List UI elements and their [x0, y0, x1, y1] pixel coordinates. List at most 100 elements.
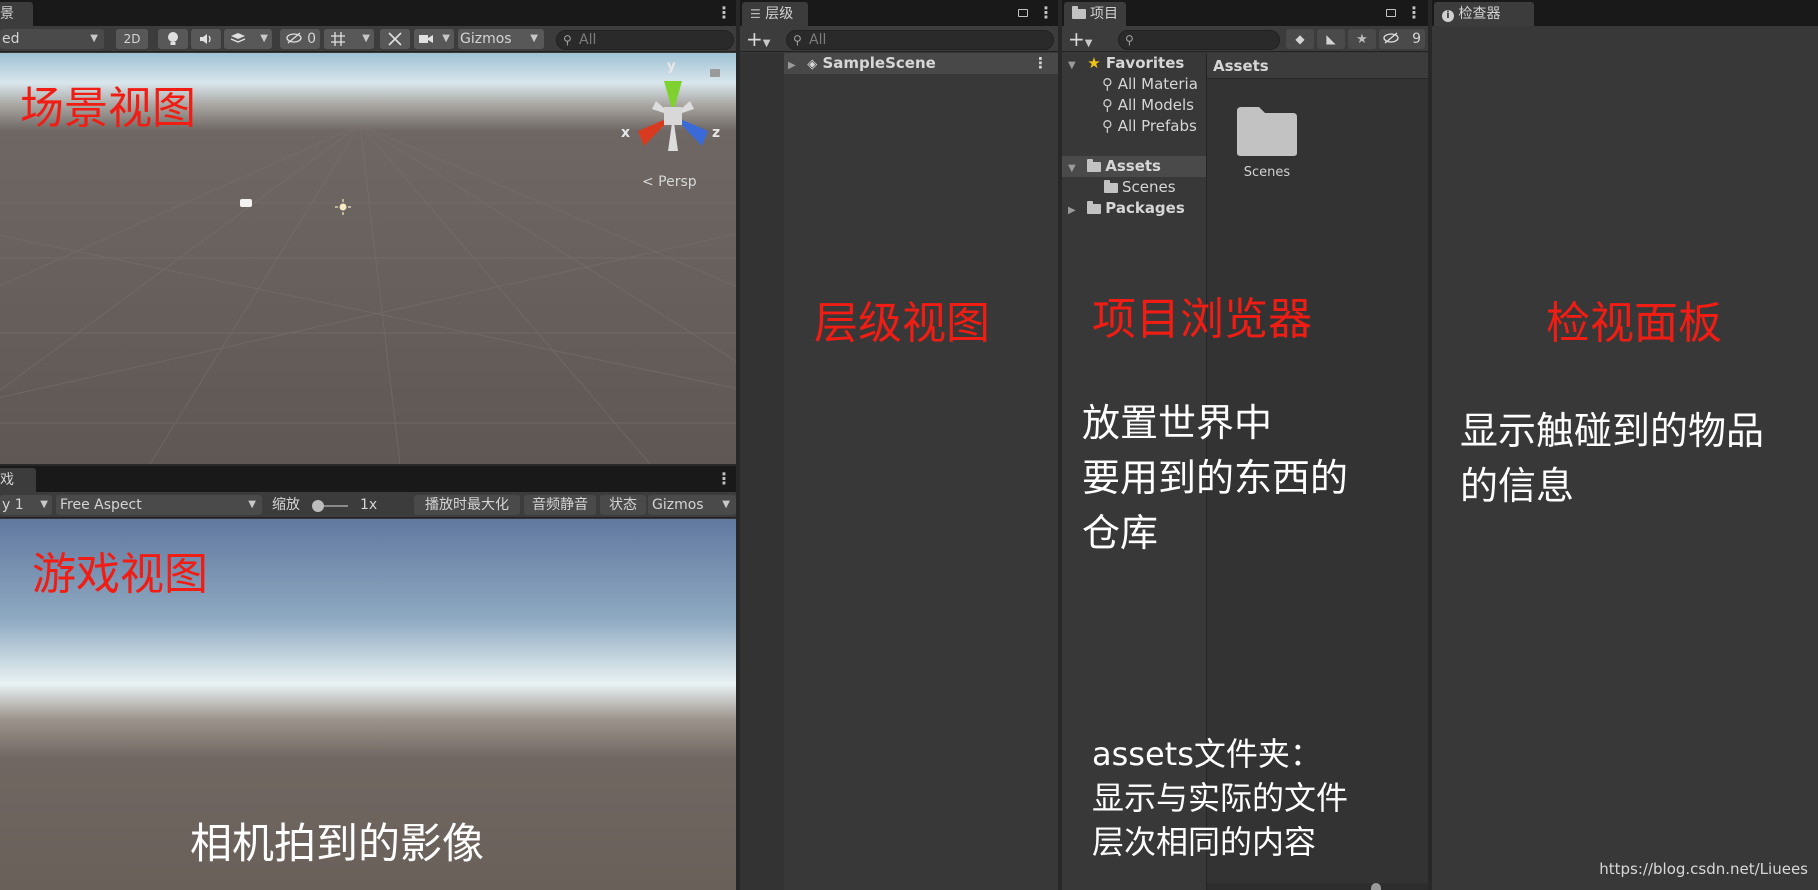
maximize-on-play-button[interactable]: 播放时最大化	[414, 495, 520, 515]
project-description-line: 要用到的东西的	[1082, 456, 1349, 501]
scene-search-input[interactable]: ⚲ All	[556, 30, 734, 50]
inspector-panel: i 检查器 检视面板 显示触碰到的物品 的信息 https://blog.csd…	[1432, 0, 1818, 890]
camera-gizmo-icon[interactable]	[240, 199, 252, 207]
create-dropdown[interactable]: +▼	[746, 29, 780, 49]
zoom-slider[interactable]	[1207, 883, 1428, 890]
favorite-item[interactable]: ⚲ All Models	[1102, 95, 1194, 116]
scene-row[interactable]: ▶ ◈ SampleScene ⋮	[784, 53, 1058, 74]
favorite-item[interactable]: ⚲ All Materia	[1102, 74, 1198, 95]
tab-hierarchy[interactable]: ☰ 层级	[742, 2, 808, 26]
project-search-input[interactable]: ⚲	[1118, 30, 1280, 50]
chevron-down-icon: ▼	[1084, 38, 1093, 49]
expand-triangle-icon[interactable]: ▼	[1068, 55, 1082, 76]
game-view-panel: 戏 ⋮ y 1 ▼ Free Aspect ▼ 缩放 1x 播放时最大化 音频静…	[0, 466, 736, 890]
project-create-dropdown[interactable]: +▼	[1068, 29, 1102, 49]
audio-toggle[interactable]	[191, 29, 221, 49]
chevron-down-icon: ▼	[762, 38, 771, 49]
star-icon: ★	[1356, 32, 1368, 47]
info-icon: i	[1442, 10, 1454, 22]
zoom-slider-thumb[interactable]	[1371, 883, 1381, 890]
lock-icon[interactable]	[710, 69, 720, 77]
expand-triangle-icon[interactable]: ▶	[1068, 200, 1082, 221]
scene-viewport[interactable]: 场景视图 y x z < Persp	[0, 53, 736, 464]
search-by-type-button[interactable]: ◆	[1286, 29, 1314, 49]
display-dropdown[interactable]: y 1 ▼	[0, 495, 52, 515]
project-tab-label: 项目	[1090, 6, 1118, 22]
asset-folder-label: Scenes	[1243, 165, 1291, 180]
gizmos-dropdown[interactable]: Gizmos ▼	[458, 29, 544, 49]
orientation-gizmo[interactable]	[618, 61, 728, 171]
inspector-description-line: 显示触碰到的物品	[1460, 409, 1765, 453]
toggle-2d-button[interactable]: 2D	[116, 29, 148, 49]
project-more-icon[interactable]: ⋮	[1406, 3, 1422, 23]
hierarchy-search-input[interactable]: ⚲ All	[786, 30, 1054, 50]
project-panel: 项目 ⋮ +▼ ⚲ ◆ ◣ ★ 9 ▼ ★ Favorites ⚲ All Ma…	[1062, 0, 1428, 890]
assets-description-line: assets文件夹：	[1092, 735, 1322, 773]
tools-toggle[interactable]	[380, 29, 410, 49]
unity-scene-icon: ◈	[807, 57, 818, 72]
search-icon: ⚲	[1102, 75, 1113, 93]
tab-project[interactable]: 项目	[1064, 2, 1126, 26]
tab-game[interactable]: 戏	[0, 468, 36, 492]
favorite-item[interactable]: ⚲ All Prefabs	[1102, 116, 1197, 137]
expand-triangle-icon[interactable]: ▶	[788, 55, 802, 76]
breadcrumb-assets[interactable]: Assets	[1213, 57, 1269, 75]
project-tabbar: 项目 ⋮	[1062, 0, 1428, 26]
grid-dropdown[interactable]: ▼	[324, 29, 374, 49]
project-toolbar: +▼ ⚲ ◆ ◣ ★ 9	[1062, 26, 1428, 52]
chevron-down-icon: ▼	[722, 499, 730, 510]
tab-scene[interactable]: 景	[0, 2, 33, 26]
lighting-toggle[interactable]	[158, 29, 188, 49]
axis-y-label: y	[667, 59, 676, 74]
folder-icon	[1072, 6, 1086, 19]
expand-triangle-icon[interactable]: ▼	[1068, 158, 1082, 179]
shading-mode-dropdown[interactable]: ed ▼	[0, 29, 104, 49]
hierarchy-panel: ☰ 层级 ⋮ +▼ ⚲ All ▶ ◈ SampleScene ⋮ 层级视图	[740, 0, 1058, 890]
scenes-row[interactable]: Scenes	[1104, 177, 1176, 198]
hidden-objects-toggle[interactable]: 0	[280, 29, 320, 49]
aspect-dropdown[interactable]: Free Aspect ▼	[56, 495, 262, 515]
scene-more-icon[interactable]: ⋮	[716, 3, 732, 23]
favorite-button[interactable]: ★	[1348, 29, 1376, 49]
assets-description-line: 显示与实际的文件	[1092, 779, 1349, 817]
scene-name: SampleScene	[822, 54, 936, 72]
game-more-icon[interactable]: ⋮	[716, 469, 732, 489]
mute-audio-button[interactable]: 音频静音	[524, 495, 596, 515]
sun-light-icon[interactable]	[334, 198, 352, 216]
assets-row[interactable]: ▼ Assets	[1062, 156, 1206, 177]
lock-icon[interactable]	[1386, 9, 1396, 17]
chevron-down-icon: ▼	[362, 33, 370, 44]
hierarchy-more-icon[interactable]: ⋮	[1038, 3, 1054, 23]
hidden-packages-toggle[interactable]: 9	[1379, 29, 1425, 49]
persp-label[interactable]: < Persp	[642, 174, 697, 190]
game-viewport[interactable]: 游戏视图 相机拍到的影像	[0, 519, 736, 890]
speaker-icon	[200, 34, 211, 44]
camera-dropdown[interactable]: ▼	[414, 29, 454, 49]
inspector-description-line: 的信息	[1460, 464, 1575, 509]
effects-dropdown[interactable]: ▼	[224, 29, 272, 49]
scale-slider-thumb[interactable]	[312, 500, 324, 512]
favorites-row[interactable]: ▼ ★ Favorites	[1062, 53, 1184, 74]
lock-icon[interactable]	[1018, 9, 1028, 17]
chevron-down-icon: ▼	[260, 33, 268, 44]
packages-row[interactable]: ▶ Packages	[1062, 198, 1185, 219]
game-view-description: 相机拍到的影像	[190, 819, 485, 868]
folder-icon	[1104, 180, 1118, 193]
search-by-label-button[interactable]: ◣	[1317, 29, 1345, 49]
asset-folder-tile[interactable]: Scenes	[1227, 103, 1307, 193]
game-gizmos-dropdown[interactable]: Gizmos ▼	[648, 495, 736, 515]
axis-x-label: x	[621, 125, 631, 141]
tab-inspector[interactable]: i 检查器	[1434, 2, 1534, 26]
inspector-tabbar: i 检查器	[1432, 0, 1818, 26]
layers-icon	[230, 33, 246, 43]
project-description: 放置世界中 要用到的东西的 仓库	[1082, 396, 1348, 561]
scene-more-icon[interactable]: ⋮	[1033, 53, 1048, 74]
scene-toolbar: ed ▼ 2D ▼ 0 ▼ ▼ Gizmos ▼ ⚲ All	[0, 26, 736, 52]
scale-slider[interactable]	[312, 500, 348, 512]
grid-icon	[331, 32, 345, 46]
project-hidden-count: 9	[1412, 31, 1421, 47]
project-browser-annotation: 项目浏览器	[1092, 294, 1312, 345]
eye-slash-icon	[286, 32, 302, 44]
stats-button[interactable]: 状态	[600, 495, 646, 515]
project-description-line: 仓库	[1082, 511, 1159, 556]
